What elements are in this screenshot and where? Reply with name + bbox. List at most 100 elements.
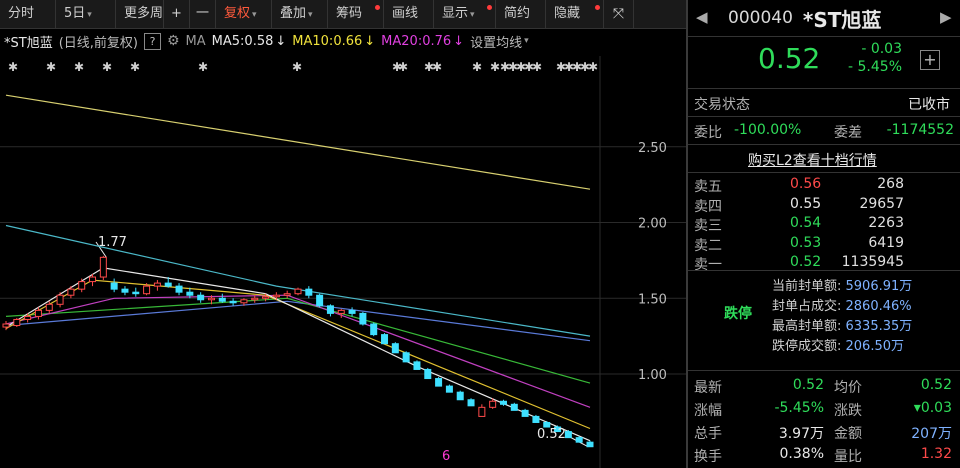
candle-body <box>143 285 151 295</box>
event-marker-icon[interactable]: ✱ <box>102 60 112 74</box>
candle[interactable] <box>316 293 324 308</box>
candle-body <box>316 294 324 307</box>
overlay-button[interactable]: 叠加 ▾ <box>272 0 328 28</box>
expand-arrows-icon[interactable]: ⤧ <box>604 0 634 28</box>
candle[interactable] <box>326 304 334 317</box>
candle[interactable] <box>402 351 410 363</box>
candle-body <box>262 296 270 299</box>
display-button[interactable]: 显示 ▾ <box>434 0 496 28</box>
zoom-out-button[interactable]: 一 <box>190 0 216 28</box>
next-stock-icon[interactable]: ▶ <box>940 8 952 26</box>
event-marker-icon[interactable]: ✱ <box>74 60 84 74</box>
candle[interactable] <box>445 384 453 393</box>
orderbook-volume: 268 <box>877 176 904 192</box>
chips-button[interactable]: 筹码 <box>328 0 384 28</box>
candle[interactable] <box>121 286 129 296</box>
ma-settings-button[interactable]: 设置均线 <box>470 32 522 51</box>
candle[interactable] <box>413 360 421 370</box>
y-tick-label: 2.00 <box>638 217 667 232</box>
candle[interactable] <box>99 255 107 281</box>
candle[interactable] <box>67 286 75 299</box>
event-marker-icon[interactable]: ✱ <box>130 60 140 74</box>
candle-body <box>499 400 507 405</box>
chevron-down-icon: ▾ <box>470 10 475 20</box>
candle[interactable] <box>478 404 486 417</box>
event-marker-icon[interactable]: ✱ <box>490 60 500 74</box>
candle[interactable] <box>283 290 291 299</box>
seal-row-value: 206.50万 <box>845 339 905 354</box>
tab-intraday[interactable]: 分时 <box>0 0 56 28</box>
buy-l2-link[interactable]: 购买L2查看十档行情 <box>748 150 877 170</box>
tab-more-period[interactable]: 更多周 <box>116 0 164 28</box>
candle[interactable] <box>456 390 464 401</box>
event-marker-label[interactable]: 6 <box>442 449 450 464</box>
event-marker-icon[interactable]: ✱ <box>8 60 18 74</box>
stat-label: 金额 <box>834 426 862 442</box>
candle[interactable] <box>467 398 475 407</box>
orderbook-row[interactable]: 卖二 0.53 6419 <box>694 235 954 254</box>
hide-button[interactable]: 隐藏 <box>546 0 604 28</box>
event-marker-icon[interactable]: ✱ <box>292 60 302 74</box>
candle[interactable] <box>197 292 205 303</box>
candle[interactable] <box>175 283 183 296</box>
divider <box>688 36 960 37</box>
stat-label: 涨跌 <box>834 403 862 419</box>
event-marker-icon[interactable]: ✱ <box>532 60 542 74</box>
candle[interactable] <box>564 430 572 439</box>
candle-body <box>251 297 259 301</box>
candle-body <box>99 256 107 278</box>
candle[interactable] <box>56 292 64 308</box>
candle[interactable] <box>229 298 237 306</box>
help-icon[interactable]: ? <box>143 32 161 50</box>
chevron-down-icon: ▾ <box>87 10 92 20</box>
candle[interactable] <box>521 408 529 417</box>
candle[interactable] <box>132 287 140 297</box>
zoom-in-button[interactable]: + <box>164 0 190 28</box>
event-marker-icon[interactable]: ✱ <box>432 60 442 74</box>
candle[interactable] <box>218 293 226 303</box>
event-marker-icon[interactable]: ✱ <box>472 60 482 74</box>
candle[interactable] <box>435 377 443 387</box>
candle[interactable] <box>78 278 86 293</box>
event-marker-icon[interactable]: ✱ <box>198 60 208 74</box>
candle[interactable] <box>359 311 367 326</box>
candle[interactable] <box>153 280 161 291</box>
simple-mode-button[interactable]: 简约 <box>496 0 546 28</box>
event-marker-icon[interactable]: ✱ <box>46 60 56 74</box>
chart-toolbar: 分时 5日 ▾ 更多周 + 一 复权 ▾ 叠加 ▾ 筹码 画线 显示 ▾ 简约 隐藏 ⤧ <box>0 0 686 29</box>
stock-name-label: *ST旭蓝 <box>4 35 53 51</box>
prev-stock-icon[interactable]: ◀ <box>696 8 708 26</box>
candle[interactable] <box>510 402 518 411</box>
candle-body <box>359 312 367 325</box>
candle[interactable] <box>110 278 118 293</box>
adjust-price-button[interactable]: 复权 ▾ <box>216 0 272 28</box>
kline-chart[interactable]: ✱ ✱ ✱ ✱ ✱ ✱ ✱ ✱✱ ✱✱ ✱ ✱ ✱✱✱✱✱ ✱✱✱✱✱ 2.502.001.501.00… <box>0 56 686 468</box>
candle[interactable] <box>391 342 399 354</box>
candle[interactable] <box>13 317 21 328</box>
seal-row-value: 6335.35万 <box>845 319 913 334</box>
candle[interactable] <box>424 367 432 380</box>
orderbook-row[interactable]: 卖四 0.55 29657 <box>694 196 954 215</box>
candle[interactable] <box>294 287 302 296</box>
candle[interactable] <box>586 440 594 448</box>
orderbook-row[interactable]: 卖三 0.54 2263 <box>694 215 954 234</box>
gear-icon[interactable]: ⚙ <box>167 33 180 49</box>
event-marker-icon[interactable]: ✱ <box>398 60 408 74</box>
candle-body <box>164 282 172 287</box>
candle[interactable] <box>532 414 540 423</box>
candle-body <box>89 276 97 283</box>
candle[interactable] <box>370 322 378 337</box>
candle[interactable] <box>348 307 356 317</box>
candle[interactable] <box>305 286 313 299</box>
candle-body <box>402 352 410 363</box>
candle-body <box>153 282 161 287</box>
draw-line-button[interactable]: 画线 <box>384 0 434 28</box>
y-tick-label: 1.50 <box>638 292 667 307</box>
orderbook-row[interactable]: 卖五 0.56 268 <box>694 176 954 195</box>
candle-body <box>240 299 248 304</box>
event-marker-icon[interactable]: ✱ <box>588 60 598 74</box>
tab-5day[interactable]: 5日 ▾ <box>56 0 116 28</box>
candle[interactable] <box>2 320 10 331</box>
candle[interactable] <box>381 333 389 345</box>
add-watchlist-button[interactable]: + <box>920 50 940 70</box>
